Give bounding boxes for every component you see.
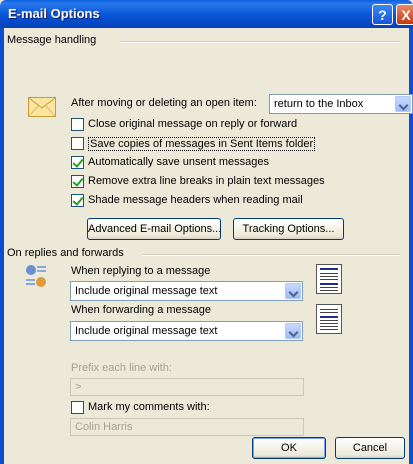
replying-label: When replying to a message bbox=[71, 265, 211, 277]
mark-comments-label: Mark my comments with: bbox=[88, 401, 210, 413]
replies-forwards-label: On replies and forwards bbox=[7, 247, 124, 259]
tracking-options-button[interactable]: Tracking Options... bbox=[233, 218, 344, 240]
save-copies-label: Save copies of messages in Sent Items fo… bbox=[88, 137, 316, 151]
chevron-down-icon[interactable] bbox=[395, 96, 411, 112]
replying-value: Include original message text bbox=[75, 285, 218, 297]
after-moving-select[interactable]: return to the Inbox bbox=[269, 94, 413, 114]
window-title: E-mail Options bbox=[8, 6, 100, 21]
reply-preview-icon bbox=[316, 264, 342, 294]
prefix-field[interactable]: > bbox=[70, 378, 304, 396]
message-handling-divider bbox=[120, 41, 400, 43]
mark-comments-field[interactable]: Colin Harris bbox=[70, 418, 304, 436]
remove-line-breaks-checkbox[interactable] bbox=[71, 175, 84, 188]
auto-save-checkbox[interactable] bbox=[71, 156, 84, 169]
mark-comments-checkbox[interactable] bbox=[71, 401, 84, 414]
save-copies-checkbox[interactable] bbox=[71, 137, 84, 150]
message-handling-label: Message handling bbox=[7, 34, 97, 46]
replies-forwards-divider bbox=[143, 254, 400, 256]
close-button[interactable]: X bbox=[396, 4, 413, 25]
prefix-label: Prefix each line with: bbox=[71, 362, 172, 374]
after-moving-label: After moving or deleting an open item: bbox=[71, 97, 257, 109]
after-moving-value: return to the Inbox bbox=[274, 98, 364, 110]
chevron-down-icon[interactable] bbox=[285, 323, 301, 339]
forwarding-label: When forwarding a message bbox=[71, 304, 212, 316]
shade-headers-label: Shade message headers when reading mail bbox=[88, 194, 303, 206]
chevron-down-icon[interactable] bbox=[285, 283, 301, 299]
close-original-checkbox[interactable] bbox=[71, 118, 84, 131]
auto-save-label: Automatically save unsent messages bbox=[88, 156, 269, 168]
cancel-button[interactable]: Cancel bbox=[335, 437, 405, 459]
reply-forward-icon bbox=[26, 265, 46, 287]
close-original-label: Close original message on reply or forwa… bbox=[88, 118, 298, 130]
advanced-email-options-button[interactable]: Advanced E-mail Options... bbox=[87, 218, 221, 240]
shade-headers-checkbox[interactable] bbox=[71, 194, 84, 207]
remove-line-breaks-label: Remove extra line breaks in plain text m… bbox=[88, 175, 325, 187]
forward-preview-icon bbox=[316, 304, 342, 334]
replying-select[interactable]: Include original message text bbox=[70, 281, 303, 301]
window-frame-left bbox=[0, 28, 4, 464]
forwarding-select[interactable]: Include original message text bbox=[70, 321, 303, 341]
title-bar: E-mail Options ? X bbox=[0, 0, 413, 28]
help-button[interactable]: ? bbox=[372, 4, 393, 25]
envelope-icon bbox=[28, 97, 56, 117]
ok-button[interactable]: OK bbox=[252, 437, 326, 459]
forwarding-value: Include original message text bbox=[75, 325, 218, 337]
